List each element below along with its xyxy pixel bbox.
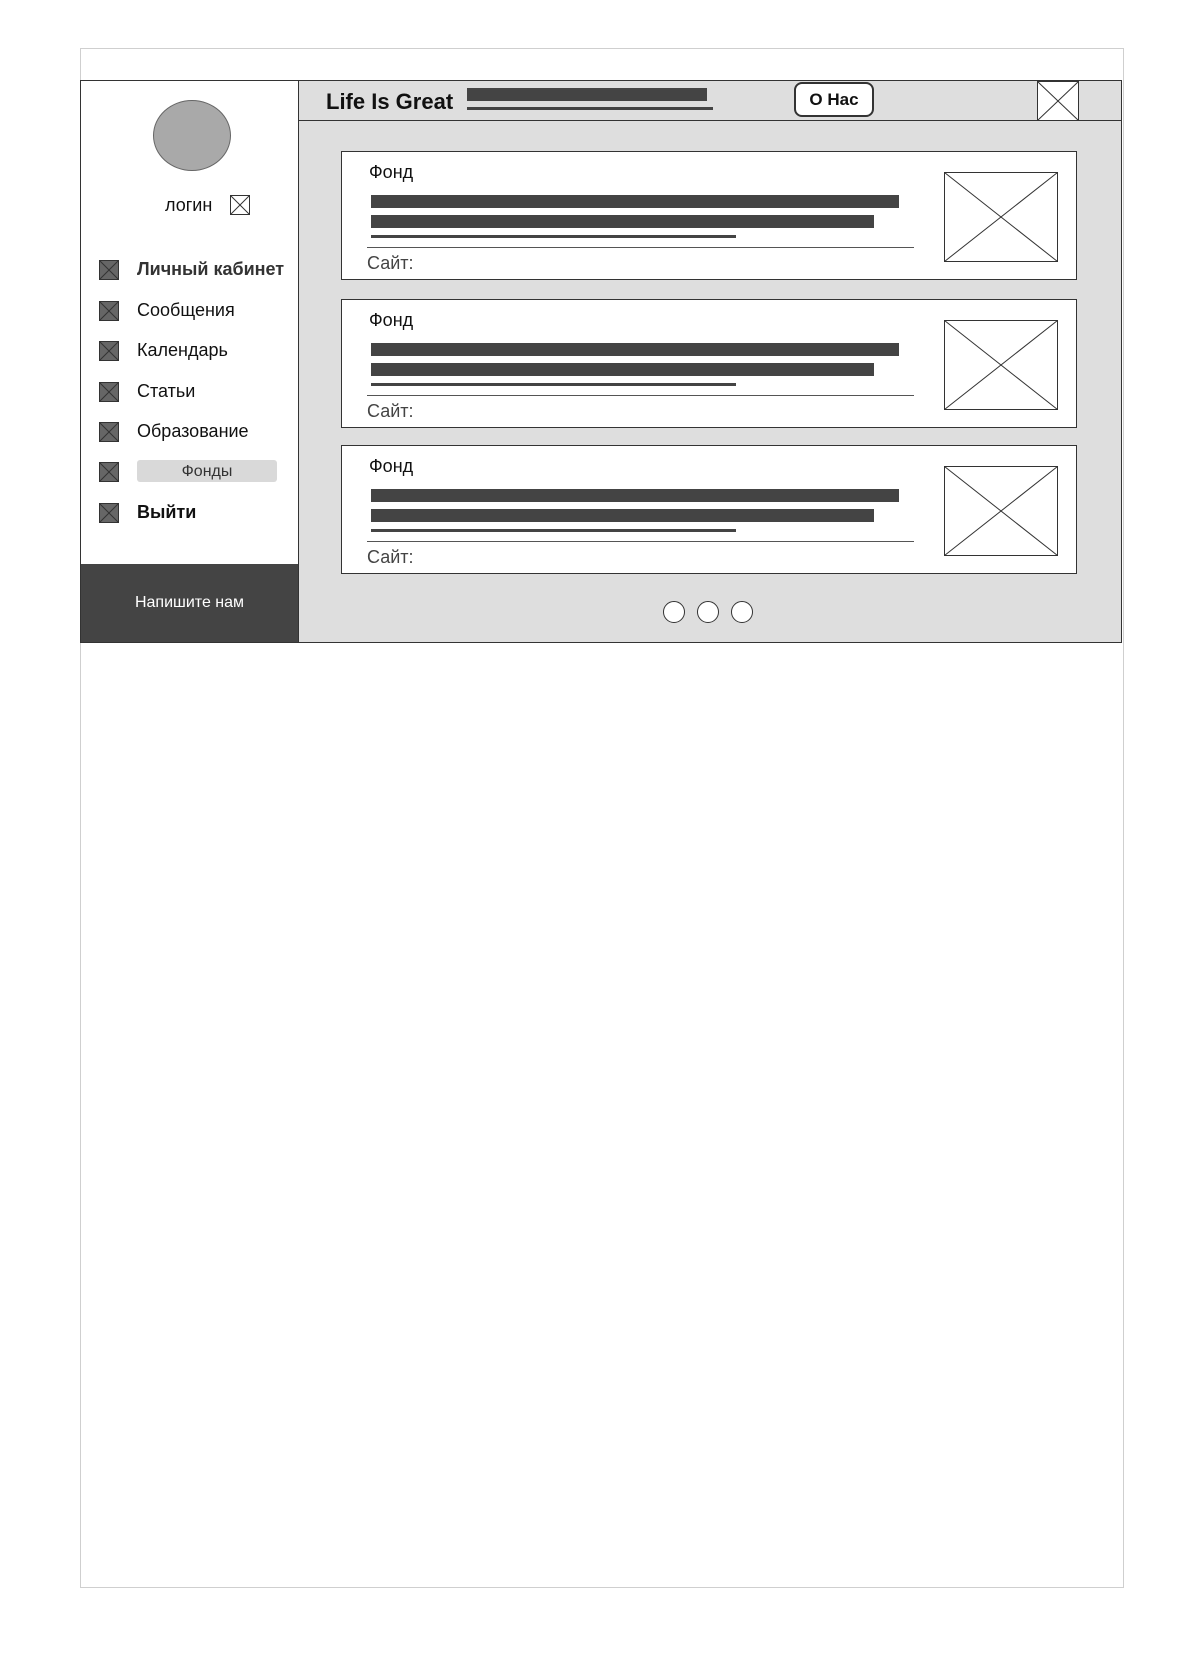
sidebar-item-messages[interactable]: Сообщения bbox=[99, 298, 299, 326]
text-placeholder bbox=[371, 235, 736, 238]
education-icon bbox=[99, 422, 119, 442]
articles-icon bbox=[99, 382, 119, 402]
login-placeholder-icon[interactable] bbox=[230, 195, 250, 215]
image-placeholder-icon bbox=[944, 320, 1058, 410]
text-placeholder bbox=[371, 489, 899, 502]
fund-site-label: Сайт: bbox=[367, 547, 414, 567]
brand-title: Life Is Great bbox=[326, 89, 454, 114]
image-placeholder-icon bbox=[944, 466, 1058, 556]
sidebar-item-logout[interactable]: Выйти bbox=[99, 500, 299, 528]
fund-title: Фонд bbox=[369, 162, 414, 182]
text-placeholder bbox=[371, 509, 874, 522]
fund-card[interactable]: Фонд Сайт: bbox=[341, 151, 1077, 280]
pagination bbox=[663, 601, 763, 625]
contact-us-button[interactable]: Напишите нам bbox=[81, 564, 298, 642]
calendar-icon bbox=[99, 341, 119, 361]
text-placeholder bbox=[371, 195, 899, 208]
divider bbox=[367, 541, 914, 542]
sidebar-item-articles[interactable]: Статьи bbox=[99, 379, 299, 407]
sidebar: логин Личный кабинет Сообщения Календарь… bbox=[81, 81, 299, 642]
avatar[interactable] bbox=[153, 100, 231, 171]
fund-title: Фонд bbox=[369, 310, 414, 330]
text-placeholder bbox=[371, 215, 874, 228]
text-placeholder bbox=[371, 529, 736, 532]
pagination-dot[interactable] bbox=[697, 601, 719, 623]
sidebar-item-label: Статьи bbox=[137, 381, 196, 401]
login-label[interactable]: логин bbox=[165, 195, 212, 216]
sidebar-item-education[interactable]: Образование bbox=[99, 419, 299, 447]
divider bbox=[367, 395, 914, 396]
header-text-placeholder bbox=[467, 88, 707, 101]
about-us-button[interactable]: О Нас bbox=[794, 82, 874, 117]
fund-card[interactable]: Фонд Сайт: bbox=[341, 445, 1077, 574]
sidebar-item-label: Личный кабинет bbox=[137, 259, 285, 279]
sidebar-item-funds[interactable]: Фонды bbox=[99, 459, 299, 487]
divider bbox=[367, 247, 914, 248]
funds-icon bbox=[99, 462, 119, 482]
text-placeholder bbox=[371, 363, 874, 376]
sidebar-item-cabinet[interactable]: Личный кабинет bbox=[99, 257, 299, 285]
text-placeholder bbox=[371, 383, 736, 386]
cabinet-icon bbox=[99, 260, 119, 280]
header-placeholder-icon[interactable] bbox=[1037, 81, 1079, 121]
fund-title: Фонд bbox=[369, 456, 414, 476]
sidebar-item-label: Календарь bbox=[137, 340, 228, 360]
pagination-dot[interactable] bbox=[663, 601, 685, 623]
app-window: логин Личный кабинет Сообщения Календарь… bbox=[80, 80, 1122, 643]
header-underline bbox=[467, 107, 713, 110]
image-placeholder-icon bbox=[944, 172, 1058, 262]
text-placeholder bbox=[371, 343, 899, 356]
sidebar-item-label: Образование bbox=[137, 421, 249, 441]
sidebar-item-label: Выйти bbox=[137, 502, 197, 522]
sidebar-item-label-active: Фонды bbox=[137, 460, 277, 482]
fund-site-label: Сайт: bbox=[367, 401, 414, 421]
pagination-dot[interactable] bbox=[731, 601, 753, 623]
fund-site-label: Сайт: bbox=[367, 253, 414, 273]
header: Life Is Great О Нас bbox=[299, 81, 1121, 121]
sidebar-item-calendar[interactable]: Календарь bbox=[99, 338, 299, 366]
fund-card[interactable]: Фонд Сайт: bbox=[341, 299, 1077, 428]
logout-icon bbox=[99, 503, 119, 523]
sidebar-item-label: Сообщения bbox=[137, 300, 235, 320]
messages-icon bbox=[99, 301, 119, 321]
